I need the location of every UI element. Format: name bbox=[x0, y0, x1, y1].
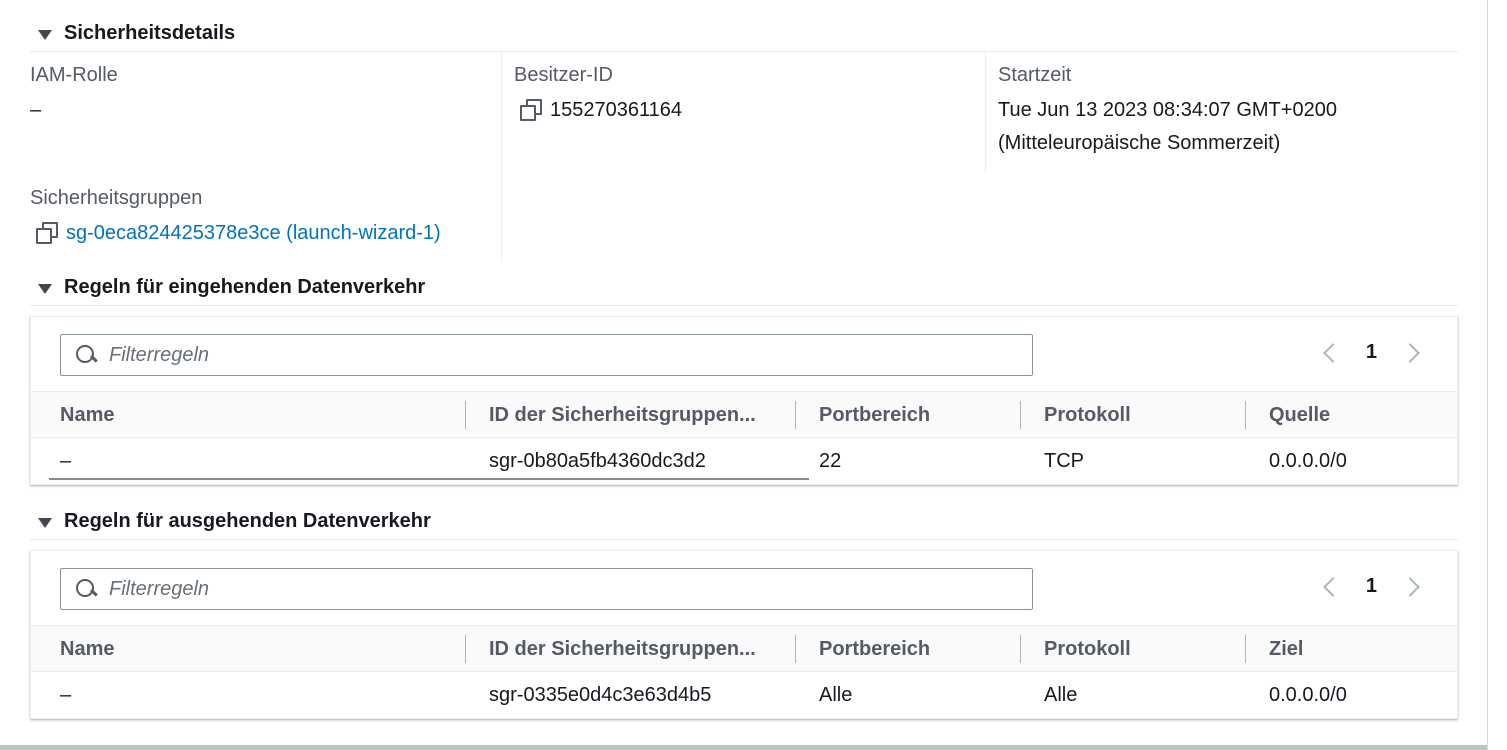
cell-name: – bbox=[60, 684, 72, 706]
inbound-page-number[interactable]: 1 bbox=[1366, 341, 1377, 364]
bottom-divider bbox=[0, 745, 1487, 750]
inbound-rules-title: Regeln für eingehenden Datenverkehr bbox=[64, 276, 426, 298]
column-header-name[interactable]: Name bbox=[60, 392, 114, 438]
column-header-destination[interactable]: Ziel bbox=[1269, 626, 1303, 672]
outbound-filter-field[interactable] bbox=[60, 568, 1033, 610]
start-time-label: Startzeit bbox=[998, 64, 1072, 86]
column-resizer[interactable] bbox=[795, 401, 796, 429]
outbound-filter-input[interactable] bbox=[109, 577, 989, 601]
chevron-right-icon[interactable] bbox=[1400, 576, 1420, 597]
column-header-sg-id[interactable]: ID der Sicherheitsgruppen... bbox=[489, 626, 756, 672]
owner-id-value: 155270361164 bbox=[520, 94, 682, 127]
security-details-header[interactable]: Sicherheitsdetails bbox=[30, 16, 1458, 52]
cell-destination: 0.0.0.0/0 bbox=[1269, 684, 1347, 706]
chevron-left-icon[interactable] bbox=[1322, 576, 1343, 597]
outbound-rules-table: 1 Name ID der Sicherheitsgruppen... Port… bbox=[30, 550, 1458, 719]
outbound-rules-title: Regeln für ausgehenden Datenverkehr bbox=[64, 510, 431, 532]
column-divider bbox=[501, 52, 502, 262]
vertical-scrollbar[interactable] bbox=[1487, 0, 1507, 750]
cell-sg-rule-id: sgr-0335e0d4c3e63d4b5 bbox=[489, 684, 712, 706]
column-header-port-range[interactable]: Portbereich bbox=[819, 626, 930, 672]
security-details-page: Sicherheitsdetails IAM-Rolle – Besitzer-… bbox=[0, 0, 1507, 750]
column-resizer[interactable] bbox=[1020, 401, 1021, 429]
cell-source: 0.0.0.0/0 bbox=[1269, 450, 1347, 472]
cell-protocol: Alle bbox=[1044, 684, 1078, 706]
chevron-left-icon[interactable] bbox=[1322, 342, 1343, 363]
column-resizer[interactable] bbox=[465, 401, 466, 429]
inbound-filter-field[interactable] bbox=[60, 334, 1033, 376]
iam-role-value: – bbox=[30, 99, 42, 121]
inbound-table-header: Name ID der Sicherheitsgruppen... Portbe… bbox=[31, 391, 1457, 438]
outbound-rules-header[interactable]: Regeln für ausgehenden Datenverkehr bbox=[30, 504, 1458, 540]
outbound-pagination: 1 bbox=[1320, 575, 1423, 598]
inbound-rules-table: 1 Name ID der Sicherheitsgruppen... Port… bbox=[30, 316, 1458, 485]
inbound-rules-header[interactable]: Regeln für eingehenden Datenverkehr bbox=[30, 270, 1458, 306]
column-resizer[interactable] bbox=[1020, 635, 1021, 663]
security-groups-value: sg-0eca824425378e3ce (launch-wizard-1) bbox=[36, 217, 441, 250]
column-resizer[interactable] bbox=[1245, 401, 1246, 429]
start-time-value-line2: (Mitteleuropäische Sommerzeit) bbox=[998, 132, 1281, 154]
copy-icon[interactable] bbox=[520, 99, 542, 121]
search-icon bbox=[75, 578, 97, 600]
column-resizer[interactable] bbox=[795, 635, 796, 663]
column-resizer[interactable] bbox=[1245, 635, 1246, 663]
security-group-link[interactable]: sg-0eca824425378e3ce (launch-wizard-1) bbox=[66, 222, 441, 244]
column-header-protocol[interactable]: Protokoll bbox=[1044, 626, 1131, 672]
outbound-table-header: Name ID der Sicherheitsgruppen... Portbe… bbox=[31, 625, 1457, 672]
search-icon bbox=[75, 344, 97, 366]
table-row[interactable]: – sgr-0335e0d4c3e63d4b5 Alle Alle 0.0.0.… bbox=[31, 672, 1457, 719]
copy-icon[interactable] bbox=[36, 222, 58, 244]
inbound-table-toolbar: 1 bbox=[31, 317, 1457, 391]
row-focus-underline bbox=[49, 478, 809, 480]
security-groups-label: Sicherheitsgruppen bbox=[30, 187, 203, 209]
iam-role-label: IAM-Rolle bbox=[30, 64, 118, 86]
caret-down-icon bbox=[38, 517, 52, 528]
column-header-sg-id[interactable]: ID der Sicherheitsgruppen... bbox=[489, 392, 756, 438]
inbound-pagination: 1 bbox=[1320, 341, 1423, 364]
column-header-name[interactable]: Name bbox=[60, 626, 114, 672]
cell-protocol: TCP bbox=[1044, 450, 1084, 472]
caret-down-icon bbox=[38, 29, 52, 40]
column-divider bbox=[985, 52, 986, 172]
owner-id-label: Besitzer-ID bbox=[514, 64, 613, 86]
inbound-filter-input[interactable] bbox=[109, 343, 989, 367]
caret-down-icon bbox=[38, 283, 52, 294]
column-header-source[interactable]: Quelle bbox=[1269, 392, 1330, 438]
column-header-protocol[interactable]: Protokoll bbox=[1044, 392, 1131, 438]
cell-port-range: 22 bbox=[819, 450, 842, 472]
table-row[interactable]: – sgr-0b80a5fb4360dc3d2 22 TCP 0.0.0.0/0 bbox=[31, 438, 1457, 485]
outbound-page-number[interactable]: 1 bbox=[1366, 575, 1377, 598]
start-time-value-line1: Tue Jun 13 2023 08:34:07 GMT+0200 bbox=[998, 99, 1337, 121]
security-details-title: Sicherheitsdetails bbox=[64, 22, 236, 44]
outbound-table-toolbar: 1 bbox=[31, 551, 1457, 625]
owner-id-text: 155270361164 bbox=[550, 99, 682, 121]
column-resizer[interactable] bbox=[465, 635, 466, 663]
column-header-port-range[interactable]: Portbereich bbox=[819, 392, 930, 438]
chevron-right-icon[interactable] bbox=[1400, 342, 1420, 363]
cell-port-range: Alle bbox=[819, 684, 853, 706]
